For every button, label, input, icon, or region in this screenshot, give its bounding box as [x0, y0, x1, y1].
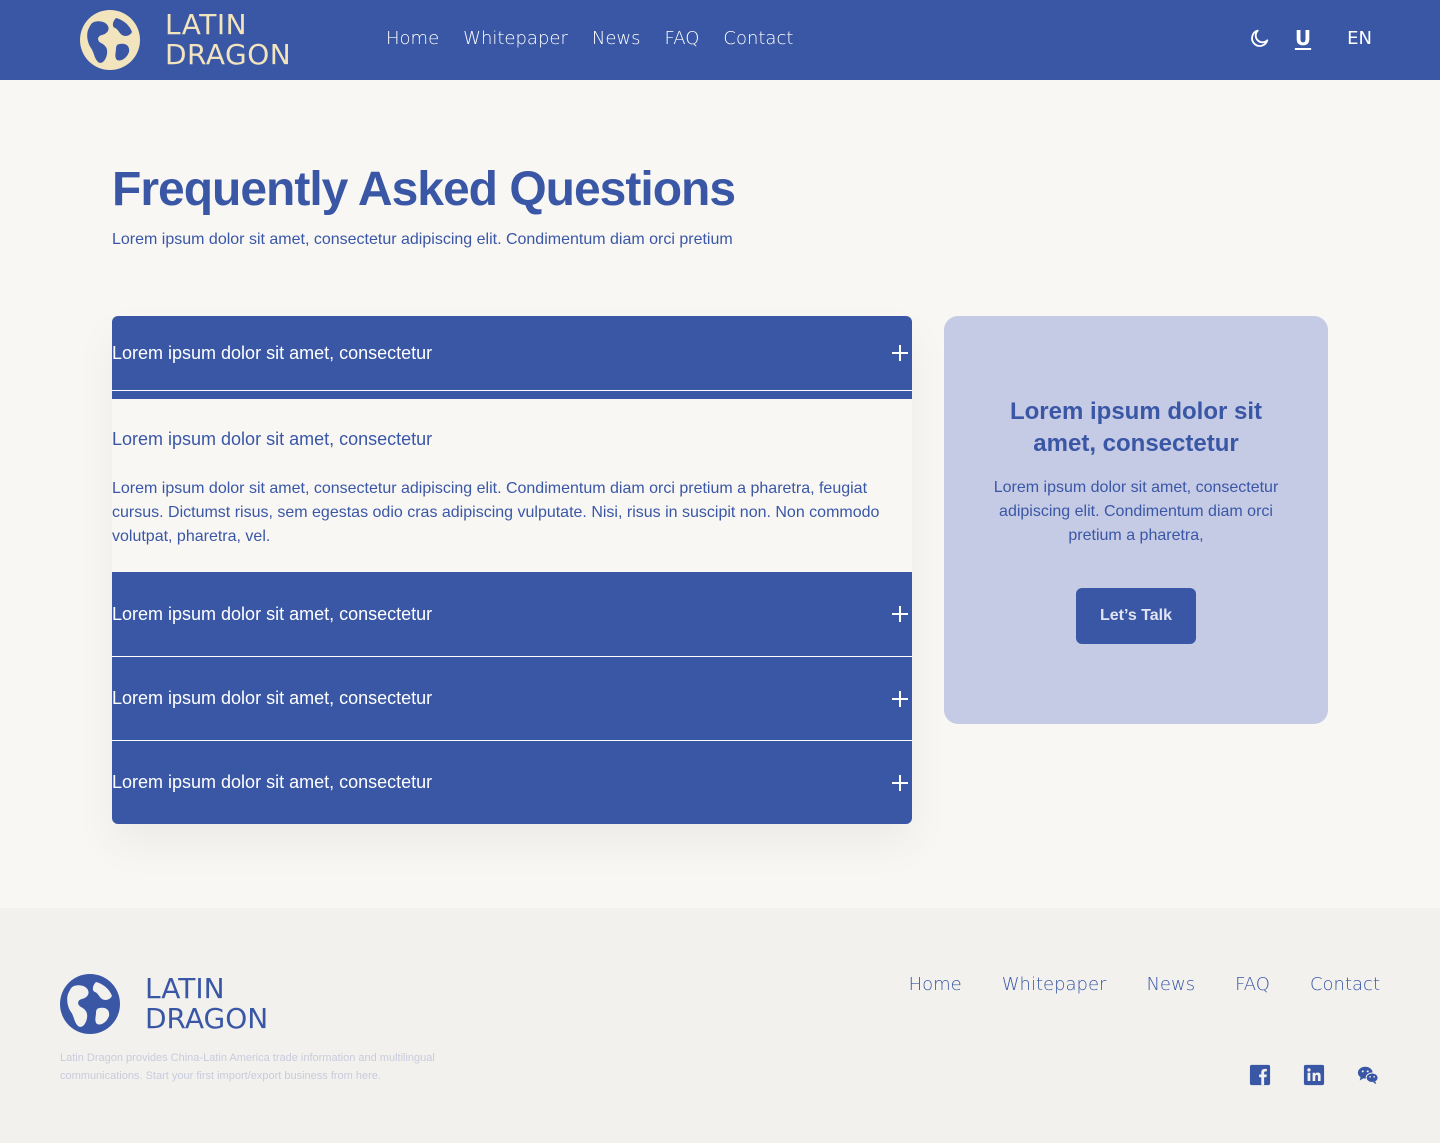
brand-logo[interactable]: LATIN DRAGON — [80, 10, 291, 70]
faq-answer-title: Lorem ipsum dolor sit amet, consectetur — [112, 429, 433, 449]
nav-contact[interactable]: Contact — [723, 27, 793, 51]
facebook-icon[interactable] — [1249, 1064, 1271, 1086]
language-selector[interactable]: EN — [1347, 28, 1372, 49]
card-text: Lorem ipsum dolor sit amet, consectetur … — [993, 479, 1279, 544]
page-subtitle: Lorem ipsum dolor sit amet, consectetur … — [112, 231, 733, 248]
globe-icon — [80, 10, 140, 70]
plus-icon[interactable] — [892, 774, 908, 791]
underline-icon[interactable]: U — [1295, 26, 1311, 50]
plus-icon[interactable] — [892, 606, 908, 622]
nav-news[interactable]: News — [592, 27, 641, 51]
card-title: Lorem ipsum dolor sit amet, consectetur — [1009, 398, 1263, 457]
main-nav: Home Whitepaper News FAQ Contact — [386, 27, 793, 51]
footer: LATIN DRAGON Latin Dragon provides China… — [0, 908, 1440, 1143]
faq-item-4-header[interactable]: Lorem ipsum dolor sit amet, consectetur — [112, 656, 912, 740]
faq-accordion: Lorem ipsum dolor sit amet, consectetur … — [112, 316, 912, 824]
faq-question: Lorem ipsum dolor sit amet, consectetur — [112, 342, 433, 363]
faq-answer-text: Lorem ipsum dolor sit amet, consectetur … — [112, 480, 880, 545]
footer-brand-line-1: LATIN — [145, 972, 225, 1005]
footer-nav: Home Whitepaper News FAQ Contact — [909, 974, 1380, 995]
footer-nav-home[interactable]: Home — [909, 974, 962, 995]
globe-icon — [60, 974, 120, 1034]
nav-faq[interactable]: FAQ — [665, 27, 700, 51]
brand-line-1: LATIN — [165, 8, 248, 41]
footer-brand-line-2: DRAGON — [145, 1002, 269, 1035]
faq-item-1-header[interactable]: Lorem ipsum dolor sit amet, consectetur — [112, 316, 912, 391]
linkedin-icon[interactable] — [1303, 1064, 1325, 1086]
footer-logo[interactable]: LATIN DRAGON — [60, 974, 268, 1034]
top-header: LATIN DRAGON Home Whitepaper News FAQ Co… — [0, 0, 1440, 80]
moon-icon[interactable] — [1249, 27, 1271, 49]
footer-nav-faq[interactable]: FAQ — [1235, 974, 1270, 995]
brand-name: LATIN DRAGON — [165, 10, 291, 70]
footer-brand-name: LATIN DRAGON — [145, 974, 268, 1034]
nav-whitepaper[interactable]: Whitepaper — [463, 27, 568, 51]
social-links — [1249, 1064, 1379, 1086]
page-title: Frequently Asked Questions — [112, 163, 736, 216]
footer-description: Latin Dragon provides China-Latin Americ… — [60, 1052, 435, 1082]
faq-question: Lorem ipsum dolor sit amet, consectetur — [112, 603, 433, 624]
header-controls: U EN — [1249, 26, 1372, 50]
footer-nav-contact[interactable]: Contact — [1310, 974, 1380, 995]
nav-home[interactable]: Home — [386, 27, 439, 51]
faq-item-5-header[interactable]: Lorem ipsum dolor sit amet, consectetur — [112, 740, 912, 824]
faq-question: Lorem ipsum dolor sit amet, consectetur — [112, 772, 433, 792]
footer-nav-news[interactable]: News — [1146, 974, 1195, 995]
faq-item-3-header[interactable]: Lorem ipsum dolor sit amet, consectetur — [112, 572, 912, 656]
plus-icon[interactable] — [892, 690, 908, 707]
plus-icon[interactable] — [892, 345, 908, 361]
faq-item-2-header[interactable] — [112, 391, 912, 399]
faq-question: Lorem ipsum dolor sit amet, consectetur — [112, 688, 433, 708]
footer-nav-whitepaper[interactable]: Whitepaper — [1002, 974, 1107, 995]
contact-card: Lorem ipsum dolor sit amet, consectetur … — [944, 316, 1328, 724]
faq-item-2-body: Lorem ipsum dolor sit amet, consectetur … — [112, 399, 912, 572]
brand-line-2: DRAGON — [165, 38, 292, 71]
wechat-icon[interactable] — [1357, 1064, 1379, 1086]
lets-talk-button[interactable]: Let’s Talk — [1076, 588, 1196, 644]
